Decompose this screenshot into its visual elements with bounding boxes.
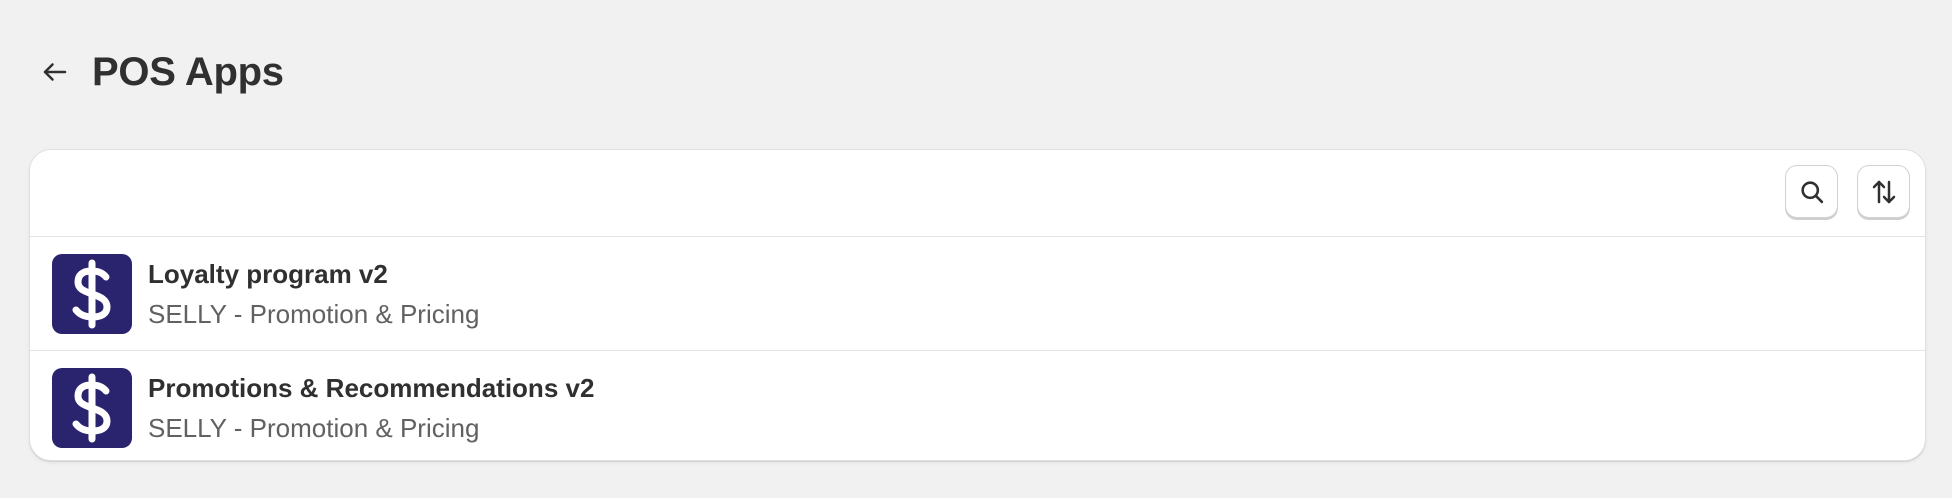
app-icon	[52, 253, 132, 334]
app-icon	[52, 368, 132, 448]
sort-arrows-icon	[1872, 180, 1895, 203]
app-provider: SELLY - Promotion & Pricing	[148, 413, 480, 443]
search-button[interactable]	[1785, 165, 1838, 218]
back-button[interactable]	[30, 47, 80, 97]
arrow-left-icon	[43, 63, 67, 81]
app-name: Promotions & Recommendations v2	[148, 373, 595, 403]
app-provider: SELLY - Promotion & Pricing	[148, 298, 480, 329]
app-text: Promotions & Recommendations v2 SELLY - …	[148, 372, 594, 444]
page-header: POS Apps	[30, 40, 284, 104]
list-toolbar	[30, 150, 1925, 237]
list-item[interactable]: Promotions & Recommendations v2 SELLY - …	[30, 351, 1925, 460]
app-name: Loyalty program v2	[148, 258, 388, 289]
page-title: POS Apps	[92, 49, 284, 94]
search-icon	[1800, 180, 1823, 203]
dollar-sign-icon	[72, 373, 111, 443]
apps-card: Loyalty program v2 SELLY - Promotion & P…	[29, 149, 1926, 461]
dollar-sign-icon	[72, 259, 111, 328]
sort-button[interactable]	[1857, 165, 1910, 218]
app-text: Loyalty program v2 SELLY - Promotion & P…	[148, 258, 479, 330]
list-item[interactable]: Loyalty program v2 SELLY - Promotion & P…	[30, 237, 1925, 351]
